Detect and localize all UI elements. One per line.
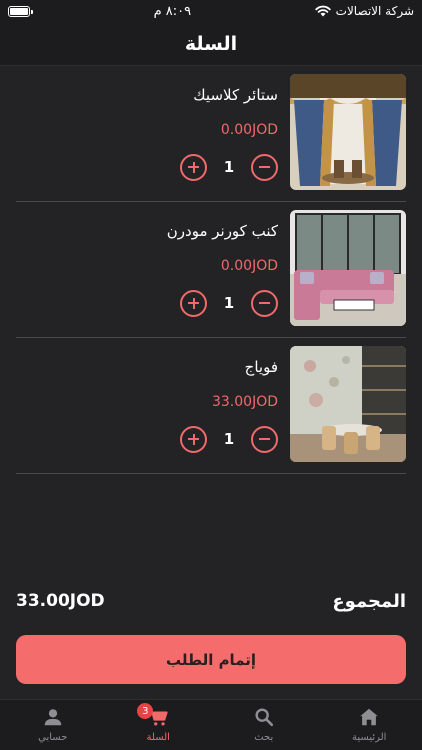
status-time: ٨:٠٩ م	[153, 3, 192, 19]
quantity-value: 1	[223, 430, 235, 448]
total-label: المجموع	[332, 590, 406, 612]
item-name: فوياج	[244, 358, 278, 376]
increase-quantity-button[interactable]	[180, 153, 207, 181]
item-price: 0.00JOD	[220, 122, 278, 138]
status-bar: ٨:٠٩ م شركة الاتصالات	[0, 0, 422, 22]
page-title: السلة	[184, 32, 238, 55]
total-row: 33.00JOD المجموع	[16, 587, 406, 615]
dining-room-wallpaper-image[interactable]	[290, 346, 406, 462]
quantity-value: 1	[223, 294, 235, 312]
tab-label: بحث	[254, 732, 274, 743]
tab-account[interactable]: حسابي	[0, 700, 106, 750]
decrease-quantity-button[interactable]	[251, 153, 278, 181]
tab-search[interactable]: بحث	[211, 700, 317, 750]
checkout-button[interactable]: إتمام الطلب	[16, 635, 406, 684]
nav-header: السلة	[0, 22, 422, 66]
item-price: 0.00JOD	[220, 258, 278, 274]
quantity-stepper: 1	[180, 425, 278, 453]
item-name: ستائر كلاسيك	[193, 86, 278, 104]
cart-item: فوياج 33.00JOD 1	[16, 338, 406, 474]
total-value: 33.00JOD	[16, 591, 105, 611]
tab-cart[interactable]: 3 السلة	[106, 700, 212, 750]
classic-curtains-image[interactable]	[290, 74, 406, 190]
quantity-stepper: 1	[180, 289, 278, 317]
carrier-name: شركة الاتصالات	[335, 4, 414, 18]
wifi-icon	[314, 5, 331, 17]
wallpaper-photo	[290, 346, 406, 462]
tab-label: حسابي	[38, 732, 68, 743]
modern-corner-sofa-image[interactable]	[290, 210, 406, 326]
tab-label: السلة	[146, 732, 170, 743]
cart-item: كنب كورنر مودرن 0.00JOD 1	[16, 202, 406, 338]
tab-home[interactable]: الرئيسية	[317, 700, 422, 750]
tab-label: الرئيسية	[352, 732, 387, 743]
battery-icon	[8, 5, 33, 17]
curtains-photo	[290, 74, 406, 190]
item-price: 33.00JOD	[211, 394, 278, 410]
cart-item: ستائر كلاسيك 0.00JOD 1	[16, 66, 406, 202]
quantity-value: 1	[223, 158, 235, 176]
quantity-stepper: 1	[180, 153, 278, 181]
decrease-quantity-button[interactable]	[251, 425, 278, 453]
decrease-quantity-button[interactable]	[251, 289, 278, 317]
sofa-photo	[290, 210, 406, 326]
increase-quantity-button[interactable]	[180, 425, 207, 453]
item-name: كنب كورنر مودرن	[166, 222, 278, 240]
status-carrier-group: شركة الاتصالات	[314, 4, 414, 18]
increase-quantity-button[interactable]	[180, 289, 207, 317]
search-icon	[255, 708, 273, 727]
home-icon	[360, 708, 378, 726]
tab-bar: حسابي 3 السلة بحث الرئيسية	[0, 699, 422, 750]
person-icon	[44, 709, 61, 726]
